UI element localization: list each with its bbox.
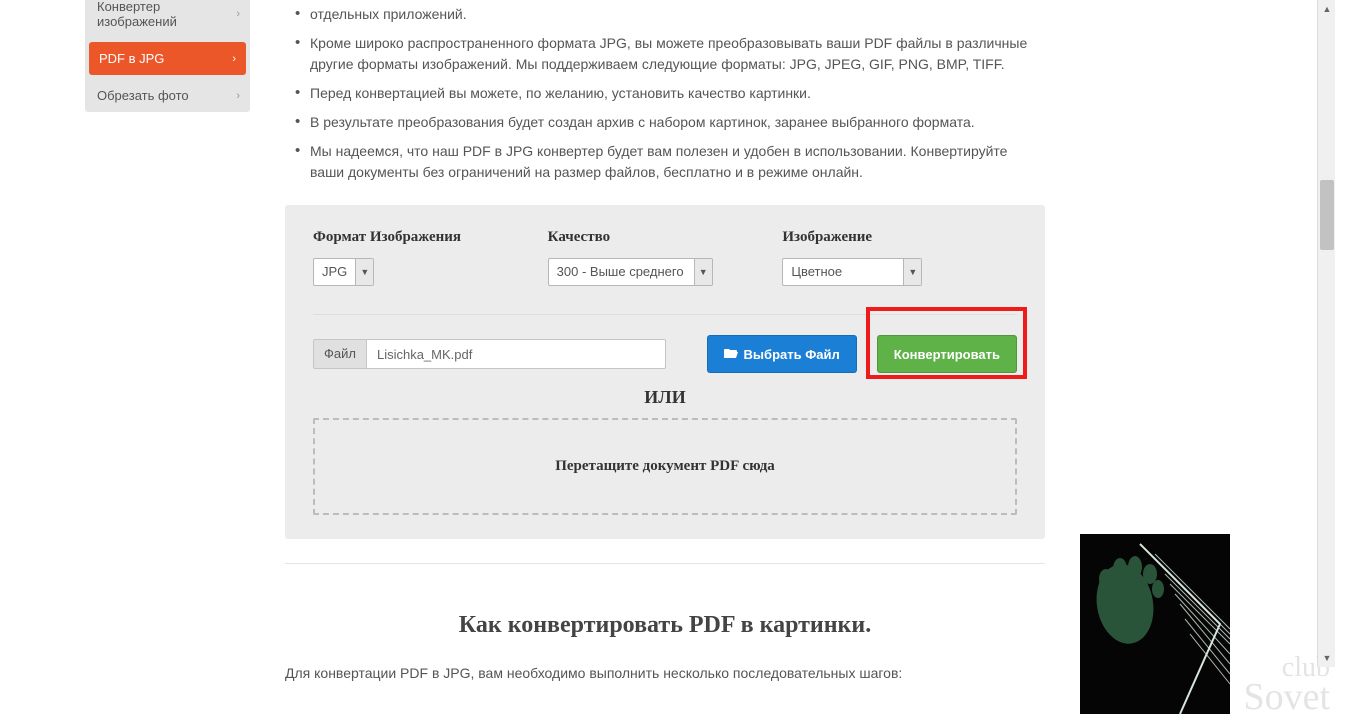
sidebar-item-pdf-to-jpg[interactable]: PDF в JPG › [89, 42, 246, 75]
folder-open-icon [724, 347, 738, 362]
section-heading: Как конвертировать PDF в картинки. [285, 612, 1045, 639]
vertical-scrollbar[interactable]: ▲ ▼ [1317, 0, 1335, 667]
dropdown-arrow-icon: ▼ [903, 259, 921, 285]
image-select[interactable]: Цветное ▼ [782, 258, 922, 286]
description-text: Перед конвертацией вы можете, по желанию… [310, 85, 811, 101]
description-text: В результате преобразования будет создан… [310, 114, 975, 130]
dropdown-arrow-icon: ▼ [355, 259, 373, 285]
choose-file-label: Выбрать Файл [744, 347, 840, 362]
description-item: Мы надеемся, что наш PDF в JPG конвертер… [285, 137, 1045, 187]
thumbnail-image [1080, 534, 1230, 714]
image-label: Изображение [782, 229, 1017, 246]
quality-select[interactable]: 300 - Выше среднего ▼ [548, 258, 713, 286]
dropzone-text: Перетащите документ PDF сюда [555, 458, 775, 474]
chevron-right-icon: › [232, 53, 236, 65]
or-separator: ИЛИ [313, 387, 1017, 408]
dropdown-arrow-icon: ▼ [694, 259, 712, 285]
steps-intro: Для конвертации PDF в JPG, вам необходим… [285, 663, 1045, 684]
format-select[interactable]: JPG ▼ [313, 258, 374, 286]
watermark-line2: Sovet [1243, 676, 1330, 718]
file-label: Файл [313, 339, 366, 369]
sidebar: Конвертер изображений › PDF в JPG › Обре… [85, 0, 250, 112]
description-text: отдельных приложений. [310, 6, 467, 22]
chevron-right-icon: › [236, 8, 240, 20]
sidebar-item-crop-photo[interactable]: Обрезать фото › [85, 79, 250, 112]
quality-value: 300 - Выше среднего [549, 259, 694, 285]
chevron-right-icon: › [236, 90, 240, 102]
image-value: Цветное [783, 259, 903, 285]
sidebar-item-image-converter[interactable]: Конвертер изображений › [85, 0, 250, 38]
sidebar-item-label: Конвертер изображений [97, 0, 177, 29]
format-label: Формат Изображения [313, 229, 548, 246]
scroll-up-arrow-icon[interactable]: ▲ [1318, 0, 1335, 18]
description-item: В результате преобразования будет создан… [285, 108, 1045, 137]
scroll-down-arrow-icon[interactable]: ▼ [1318, 649, 1335, 667]
description-item: Кроме широко распространенного формата J… [285, 29, 1045, 79]
image-field: Изображение Цветное ▼ [782, 229, 1017, 286]
section-separator [285, 563, 1045, 564]
convert-button[interactable]: Конвертировать [877, 335, 1017, 373]
panel-divider [313, 314, 1017, 315]
description-text: Кроме широко распространенного формата J… [310, 35, 1027, 72]
convert-label: Конвертировать [894, 347, 1000, 362]
quality-field: Качество 300 - Выше среднего ▼ [548, 229, 783, 286]
sidebar-item-label: Обрезать фото [97, 88, 189, 103]
description-list: отдельных приложений. Кроме широко распр… [285, 0, 1045, 197]
scrollbar-thumb[interactable] [1320, 180, 1334, 250]
choose-file-button[interactable]: Выбрать Файл [707, 335, 857, 373]
format-field: Формат Изображения JPG ▼ [313, 229, 548, 286]
sidebar-item-label: PDF в JPG [99, 51, 164, 66]
format-value: JPG [314, 259, 355, 285]
main-content: отдельных приложений. Кроме широко распр… [285, 0, 1045, 684]
converter-panel: Формат Изображения JPG ▼ Качество 300 - … [285, 205, 1045, 539]
dropzone[interactable]: Перетащите документ PDF сюда [313, 418, 1017, 515]
quality-label: Качество [548, 229, 783, 246]
description-item: отдельных приложений. [285, 0, 1045, 29]
description-text: Мы надеемся, что наш PDF в JPG конвертер… [310, 143, 1007, 180]
file-action-row: Файл Выбрать Файл Конвертировать [313, 335, 1017, 373]
file-input[interactable] [366, 339, 666, 369]
description-item: Перед конвертацией вы можете, по желанию… [285, 79, 1045, 108]
